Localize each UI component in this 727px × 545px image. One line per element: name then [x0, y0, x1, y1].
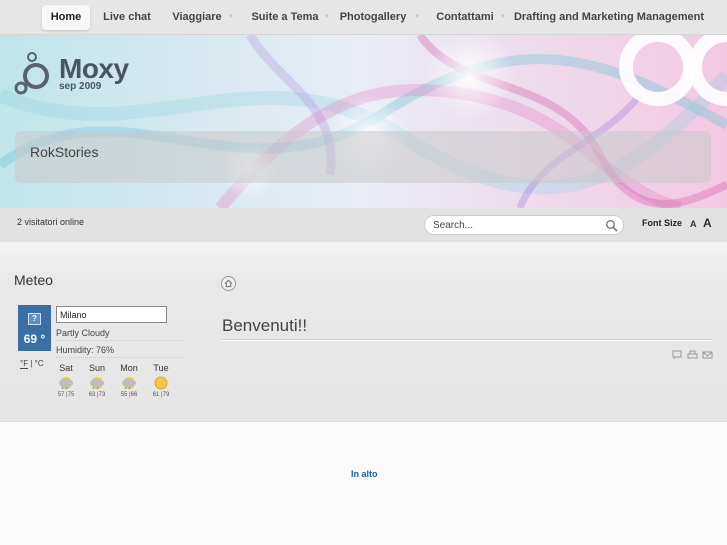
nav-item-live-chat[interactable]: Live chat — [98, 5, 156, 30]
forecast-day: Tue 61 |79 — [146, 363, 176, 398]
dropdown-arrow-icon: ▼ — [500, 14, 506, 20]
forecast-temps: 61 |79 — [152, 392, 170, 398]
weather-condition: Partly Cloudy — [56, 328, 110, 338]
email-icon[interactable] — [702, 350, 713, 360]
forecast-day: Sun 63 |73 — [82, 363, 112, 398]
current-temperature: 69 ° — [23, 332, 46, 346]
forecast-temps: 55 |66 — [120, 392, 138, 398]
search-input[interactable] — [433, 218, 603, 233]
main-content-area: Meteo ? 69 ° Partly Cloudy Humidity: 76%… — [0, 242, 727, 422]
dropdown-arrow-icon: ▼ — [414, 14, 420, 20]
sun-icon — [154, 376, 168, 390]
rokstories-title: RokStories — [30, 144, 99, 160]
forecast-day: Sat 57 |75 — [51, 363, 81, 398]
font-size-decrease-button[interactable]: A — [690, 219, 697, 229]
nav-item-viaggiare[interactable]: Viaggiare — [168, 5, 226, 30]
back-to-top-link[interactable]: In alto — [351, 469, 378, 479]
current-weather-box: ? 69 ° — [18, 305, 51, 351]
divider — [222, 339, 713, 341]
visitors-online: 2 visitatori online — [17, 217, 85, 227]
city-input[interactable] — [56, 306, 167, 323]
search-icon[interactable] — [605, 219, 618, 232]
forecast-day-name: Sat — [59, 363, 73, 373]
divider — [56, 340, 186, 341]
forecast-day: Mon 55 |66 — [114, 363, 144, 398]
nav-item-suite-a-tema[interactable]: Suite a Tema — [248, 5, 322, 30]
utility-bar: 2 visitatori online Font Size A A — [0, 208, 727, 242]
rokstories-panel: RokStories — [15, 131, 711, 183]
weather-humidity: Humidity: 76% — [56, 345, 115, 355]
print-icon[interactable] — [687, 350, 698, 360]
unit-fahrenheit-link[interactable]: °F — [20, 359, 29, 369]
unknown-weather-icon: ? — [28, 313, 41, 325]
nav-item-photogallery[interactable]: Photogallery — [336, 5, 410, 30]
forecast-day-name: Tue — [153, 363, 169, 373]
moxy-logo-icon — [14, 52, 49, 95]
cloud-rain-icon — [59, 377, 73, 390]
logo-subtitle: sep 2009 — [59, 81, 102, 92]
pdf-icon[interactable] — [672, 350, 683, 360]
header-banner: Moxy sep 2009 RokStories — [0, 35, 727, 208]
dropdown-arrow-icon: ▼ — [228, 14, 234, 20]
nav-item-drafting-marketing[interactable]: Drafting and Marketing Management — [512, 5, 706, 30]
home-icon[interactable] — [221, 276, 236, 291]
unit-separator: | — [30, 359, 33, 368]
dropdown-arrow-icon: ▼ — [324, 14, 330, 20]
divider — [56, 357, 186, 358]
forecast-day-name: Sun — [88, 363, 105, 373]
nav-item-contattami[interactable]: Contattami — [432, 5, 498, 30]
font-size-label: Font Size — [642, 218, 682, 228]
forecast-day-name: Mon — [120, 363, 138, 373]
font-size-increase-button[interactable]: A — [703, 216, 712, 230]
forecast-temps: 63 |73 — [88, 392, 106, 398]
unit-celsius-link[interactable]: °C — [35, 359, 44, 368]
page-title: Benvenuti!! — [222, 316, 308, 335]
nav-item-home[interactable]: Home — [42, 5, 90, 30]
forecast-temps: 57 |75 — [57, 392, 75, 398]
temperature-unit-switch: °F | °C — [20, 359, 44, 369]
meteo-title: Meteo — [14, 272, 53, 288]
cloud-rain-icon — [90, 377, 104, 390]
search-box — [424, 215, 624, 235]
top-navigation: Home Live chat Viaggiare ▼ Suite a Tema … — [0, 0, 727, 35]
cloud-rain-icon — [122, 377, 136, 390]
